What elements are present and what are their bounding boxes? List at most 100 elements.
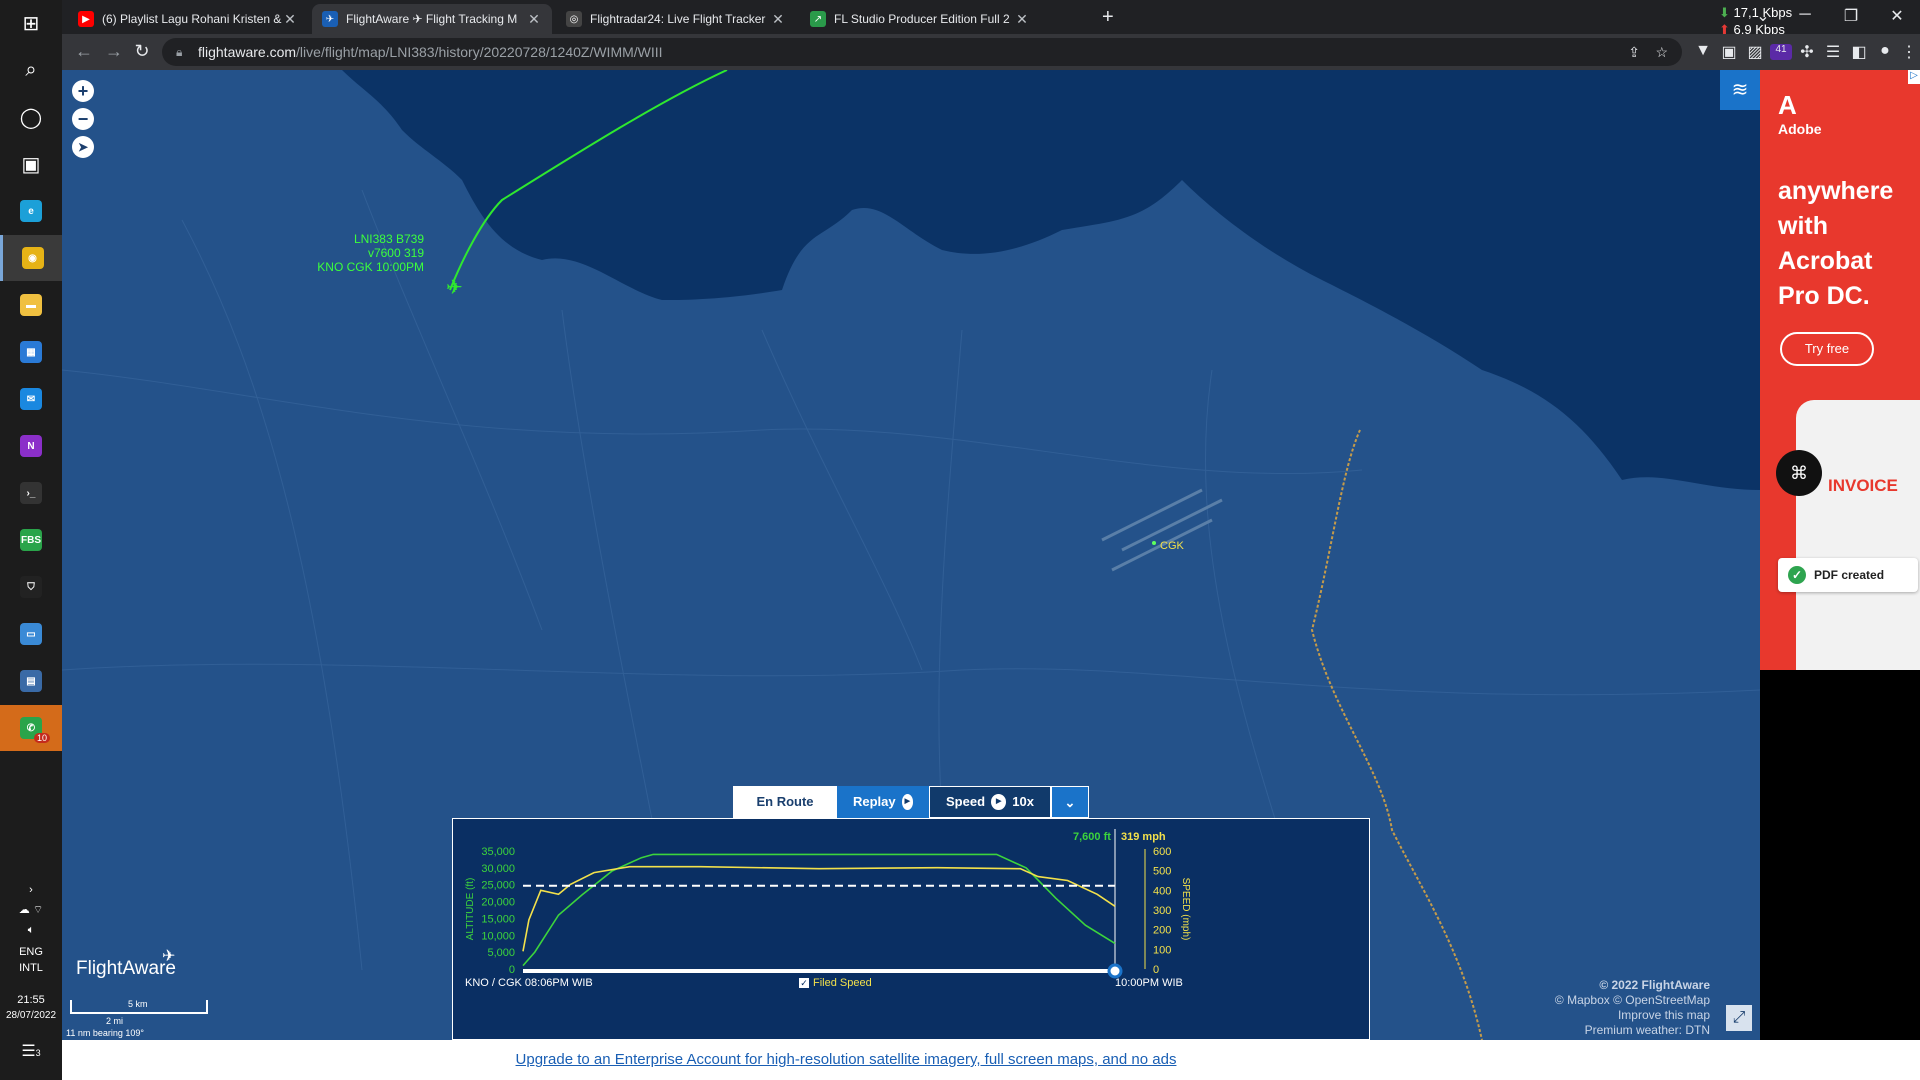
new-tab-button[interactable]: + bbox=[1102, 6, 1114, 29]
back-button[interactable]: ← bbox=[72, 41, 96, 62]
tray-volume-icon[interactable]: 🔈︎ bbox=[0, 922, 62, 938]
adchoices-icon[interactable]: ▷ bbox=[1908, 70, 1920, 84]
terminal-icon[interactable]: ›_ bbox=[0, 470, 62, 516]
close-tab-icon[interactable]: ✕ bbox=[770, 11, 786, 28]
chrome-glyph: ◉ bbox=[21, 247, 44, 269]
edge-icon[interactable]: e bbox=[0, 188, 62, 234]
altitude-readout: 7,600 ft bbox=[1073, 831, 1111, 843]
route-end-label: 10:00PM WIB bbox=[1115, 977, 1183, 989]
store-glyph: ▦ bbox=[20, 341, 42, 363]
file-explorer-icon[interactable]: ▬ bbox=[0, 282, 62, 328]
mail-glyph: ✉ bbox=[20, 388, 42, 410]
profile-avatar[interactable]: ● bbox=[1874, 42, 1896, 60]
close-window-button[interactable]: ✕ bbox=[1874, 6, 1920, 26]
task-view-icon[interactable]: ▣ bbox=[0, 141, 62, 187]
cortana-icon[interactable]: ◯ bbox=[0, 94, 62, 140]
flight-label-line2: v7600 319 bbox=[367, 246, 424, 260]
attribution-line: © 2022 FlightAware bbox=[1599, 978, 1710, 992]
close-tab-icon[interactable]: ✕ bbox=[282, 11, 298, 28]
security-icon[interactable]: ⛉ bbox=[0, 564, 62, 610]
chrome-icon[interactable]: ◉ bbox=[0, 235, 62, 281]
extension-vpn-icon[interactable]: ▼ bbox=[1692, 42, 1714, 60]
ad-headline-line: anywhere bbox=[1778, 177, 1894, 205]
try-free-button[interactable]: Try free bbox=[1780, 332, 1874, 366]
attribution-line[interactable]: Improve this map bbox=[1555, 1008, 1710, 1023]
search-icon[interactable]: ⌕ bbox=[0, 47, 62, 93]
extension-screen-icon[interactable]: ▣ bbox=[1718, 42, 1740, 62]
browser-tab[interactable]: ▶ (6) Playlist Lagu Rohani Kristen & ✕ bbox=[68, 4, 308, 34]
flight-label-line1: LNI383 B739 bbox=[353, 232, 424, 246]
options-dropdown-button[interactable]: ⌄ bbox=[1051, 786, 1089, 818]
speed-icon: ▶ bbox=[991, 794, 1007, 810]
fullscreen-icon[interactable]: ⤢ bbox=[1726, 1005, 1752, 1031]
airport-label[interactable]: CGK bbox=[1160, 540, 1184, 552]
side-panel-icon[interactable]: ◧ bbox=[1848, 42, 1870, 62]
remote-desktop-icon[interactable]: ▭ bbox=[0, 611, 62, 657]
fl-studio-icon[interactable]: FBS bbox=[0, 517, 62, 563]
tray-language[interactable]: ENG INTL bbox=[0, 944, 62, 976]
extensions-puzzle-icon[interactable]: ✣ bbox=[1796, 42, 1818, 62]
close-tab-icon[interactable]: ✕ bbox=[526, 11, 542, 28]
reading-list-icon[interactable]: ☰ bbox=[1822, 42, 1844, 62]
ad-headline-line: with bbox=[1778, 212, 1828, 240]
tab-search-icon[interactable]: ⌄ bbox=[1740, 6, 1786, 26]
filed-speed-label: Filed Speed bbox=[813, 977, 872, 989]
zoom-out-button[interactable]: − bbox=[72, 108, 94, 130]
tab-title: FlightAware ✈ Flight Tracking M bbox=[346, 12, 518, 26]
task-view-glyph: ▣ bbox=[21, 153, 41, 176]
badge-count: 10 bbox=[33, 733, 50, 743]
menu-kebab-icon[interactable]: ⋮ bbox=[1898, 42, 1920, 62]
store-icon[interactable]: ▦ bbox=[0, 329, 62, 375]
altitude-tick-label: 35,000 bbox=[481, 846, 515, 858]
advertisement[interactable]: ▷ A Adobe anywhere with Acrobat Pro DC. Try … bbox=[1760, 70, 1920, 670]
speed-line bbox=[522, 865, 1116, 952]
upgrade-link[interactable]: Upgrade to an Enterprise Account for hig… bbox=[516, 1051, 1177, 1068]
forward-button[interactable]: → bbox=[102, 41, 126, 62]
replay-label: Replay bbox=[853, 794, 896, 809]
share-icon[interactable]: ⇪ bbox=[1628, 38, 1640, 66]
page-footer: Upgrade to an Enterprise Account for hig… bbox=[62, 1040, 1920, 1080]
browser-tab[interactable]: ✈ FlightAware ✈ Flight Tracking M ✕ bbox=[312, 4, 552, 34]
browser-tab[interactable]: ◎ Flightradar24: Live Flight Tracker ✕ bbox=[556, 4, 796, 34]
browser-tab[interactable]: ↗ FL Studio Producer Edition Full 2 ✕ bbox=[800, 4, 1040, 34]
filed-speed-toggle[interactable]: ✓ Filed Speed bbox=[799, 977, 872, 989]
restore-button[interactable]: ❐ bbox=[1828, 6, 1874, 26]
control-panel-icon[interactable]: ▤ bbox=[0, 658, 62, 704]
tray-chevron-icon[interactable]: › bbox=[0, 882, 62, 898]
zoom-in-button[interactable]: + bbox=[72, 80, 94, 102]
layers-icon[interactable]: ≋ bbox=[1720, 70, 1760, 110]
notifications-icon[interactable]: ☰3 bbox=[0, 1044, 62, 1061]
favicon-icon: ◎ bbox=[566, 11, 582, 27]
onenote-icon[interactable]: N bbox=[0, 423, 62, 469]
flight-map[interactable]: ✈ + − ➤ ≋ LNI383 B739 v7600 319 KNO CGK … bbox=[62, 70, 1760, 1040]
replay-button[interactable]: Replay ▶ bbox=[837, 786, 929, 818]
reset-north-button[interactable]: ➤ bbox=[72, 136, 94, 158]
start-button[interactable]: ⊞ bbox=[0, 0, 62, 46]
reload-button[interactable]: ↻ bbox=[130, 41, 154, 62]
lock-icon[interactable]: 🔒︎ bbox=[176, 38, 182, 66]
logo-text: FlightAware bbox=[76, 958, 176, 979]
whatsapp-icon[interactable]: ✆ 10 bbox=[0, 705, 62, 751]
speed-button[interactable]: Speed ▶ 10x bbox=[929, 786, 1051, 818]
extension-capture-icon[interactable]: ▨ bbox=[1744, 42, 1766, 62]
en-route-button[interactable]: En Route bbox=[733, 786, 837, 818]
tray-clock[interactable]: 21:55 28/07/2022 bbox=[0, 992, 62, 1024]
scale-bearing: 11 nm bearing 109° bbox=[66, 1028, 144, 1038]
mail-icon[interactable]: ✉ bbox=[0, 376, 62, 422]
search-glyph: ⌕ bbox=[25, 58, 37, 81]
aircraft-icon[interactable]: ✈ bbox=[446, 275, 463, 299]
onenote-glyph: N bbox=[20, 435, 42, 457]
speed-axis-title: SPEED (mph) bbox=[1180, 878, 1191, 941]
attribution-line: Premium weather: DTN bbox=[1584, 1023, 1710, 1037]
close-tab-icon[interactable]: ✕ bbox=[1014, 11, 1030, 28]
flight-label[interactable]: LNI383 B739 v7600 319 KNO CGK 10:00PM bbox=[282, 232, 424, 274]
bookmark-star-icon[interactable]: ☆ bbox=[1655, 38, 1668, 66]
flightaware-logo[interactable]: FlightAware ✈ bbox=[76, 948, 176, 980]
minimize-button[interactable]: ─ bbox=[1782, 6, 1828, 24]
address-bar[interactable]: 🔒︎ flightaware.com/live/flight/map/LNI38… bbox=[162, 38, 1682, 66]
ad-headline-line: Pro DC. bbox=[1778, 282, 1870, 310]
tray-cloud-icon[interactable]: ☁ ⌔ bbox=[0, 902, 62, 918]
extension-badge[interactable]: 41 bbox=[1770, 44, 1792, 60]
speed-value: 10x bbox=[1012, 794, 1034, 809]
edge-glyph: e bbox=[20, 200, 42, 222]
